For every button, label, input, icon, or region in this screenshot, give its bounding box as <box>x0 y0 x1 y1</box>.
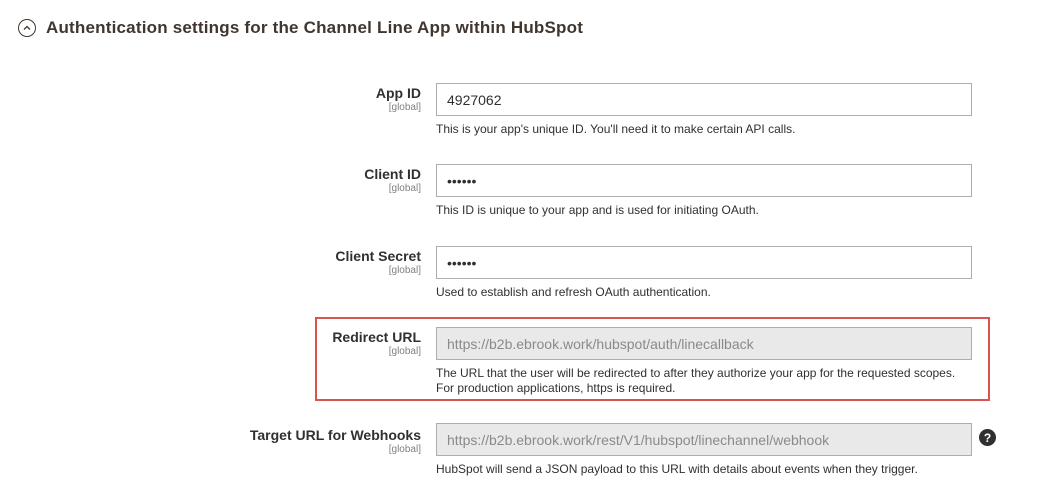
section-header[interactable]: Authentication settings for the Channel … <box>18 18 583 38</box>
client-id-label-group: Client ID [global] <box>364 166 421 195</box>
webhook-url-label: Target URL for Webhooks <box>249 427 421 443</box>
webhook-url-input: https://b2b.ebrook.work/rest/V1/hubspot/… <box>436 423 972 456</box>
help-icon[interactable]: ? <box>979 429 996 446</box>
app-id-scope: [global] <box>388 102 421 113</box>
app-id-input[interactable]: 4927062 <box>436 83 972 116</box>
client-secret-label: Client Secret <box>335 248 421 264</box>
app-id-label: App ID <box>375 85 421 101</box>
client-secret-label-group: Client Secret [global] <box>335 248 421 277</box>
redirect-url-scope: [global] <box>388 346 421 357</box>
redirect-url-label: Redirect URL <box>332 329 421 345</box>
section-title: Authentication settings for the Channel … <box>46 18 584 37</box>
client-secret-scope: [global] <box>388 265 421 276</box>
webhook-url-label-group: Target URL for Webhooks [global] <box>250 427 421 456</box>
client-id-input[interactable]: •••••• <box>436 164 972 197</box>
client-id-scope: [global] <box>388 183 421 194</box>
client-secret-note: Used to establish and refresh OAuth auth… <box>436 285 711 299</box>
app-id-label-group: App ID [global] <box>376 85 421 114</box>
webhook-url-scope: [global] <box>388 444 421 455</box>
client-secret-input[interactable]: •••••• <box>436 246 972 279</box>
app-id-note: This is your app's unique ID. You'll nee… <box>436 122 796 136</box>
webhook-url-note: HubSpot will send a JSON payload to this… <box>436 462 918 476</box>
chevron-up-icon[interactable] <box>18 19 36 37</box>
client-id-label: Client ID <box>364 166 421 182</box>
redirect-url-label-group: Redirect URL [global] <box>332 329 421 358</box>
client-id-note: This ID is unique to your app and is use… <box>436 203 759 217</box>
redirect-url-note: The URL that the user will be redirected… <box>436 366 956 395</box>
redirect-url-input: https://b2b.ebrook.work/hubspot/auth/lin… <box>436 327 972 360</box>
